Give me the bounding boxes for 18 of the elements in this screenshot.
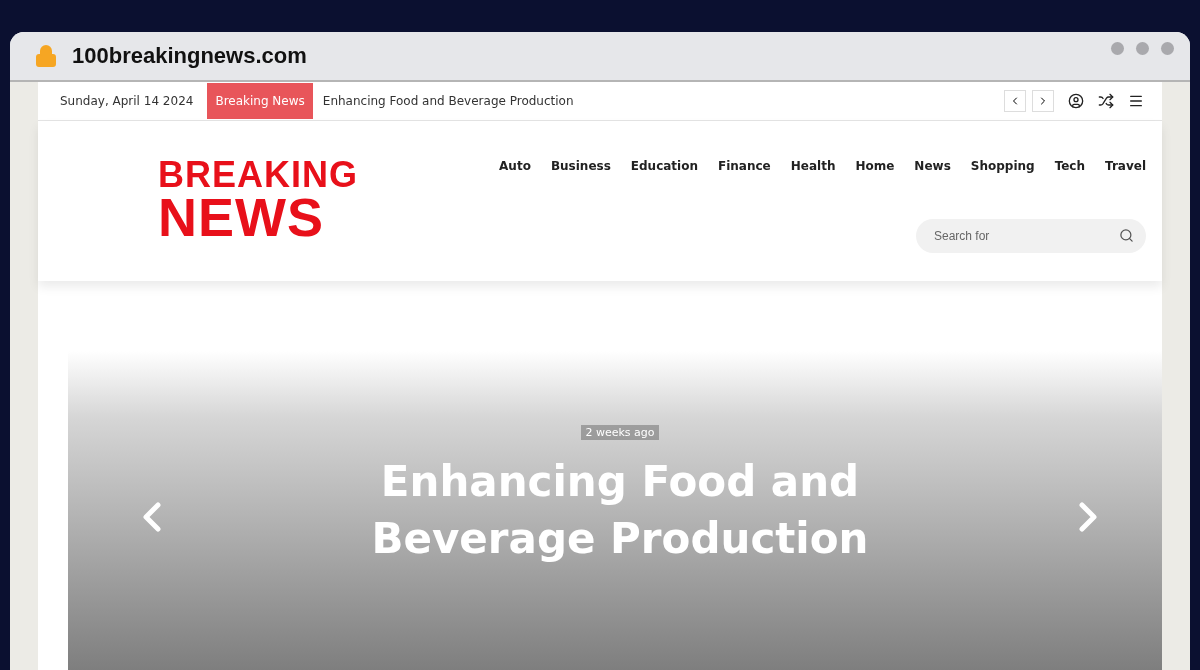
logo-text[interactable]: BREAKING	[158, 158, 428, 193]
nav-link[interactable]: Home	[855, 159, 895, 173]
post-time: 2 weeks ago	[581, 425, 659, 441]
url-text: 100breakingnews.com	[72, 43, 308, 69]
nav-link[interactable]: Shopping	[970, 159, 1035, 173]
date-text: Sunday, April 14 2024	[60, 94, 194, 108]
nav-link[interactable]: Education	[630, 159, 698, 173]
nav-link[interactable]: Business	[550, 159, 611, 173]
ticker-headline[interactable]: Enhancing Food and Beverage Production	[322, 94, 998, 108]
nav-link[interactable]: Travel	[1105, 159, 1146, 173]
ticker-label: Breaking News	[207, 83, 313, 119]
nav-link[interactable]: News	[914, 159, 951, 173]
nav-link[interactable]: Tech	[1054, 159, 1086, 173]
logo-text[interactable]: NEWS	[158, 192, 428, 244]
nav-link[interactable]: Health	[790, 159, 836, 173]
search-field[interactable]: Search for	[916, 219, 1146, 253]
nav-link[interactable]: Finance	[718, 159, 771, 173]
nav-link[interactable]: Auto	[499, 159, 531, 173]
